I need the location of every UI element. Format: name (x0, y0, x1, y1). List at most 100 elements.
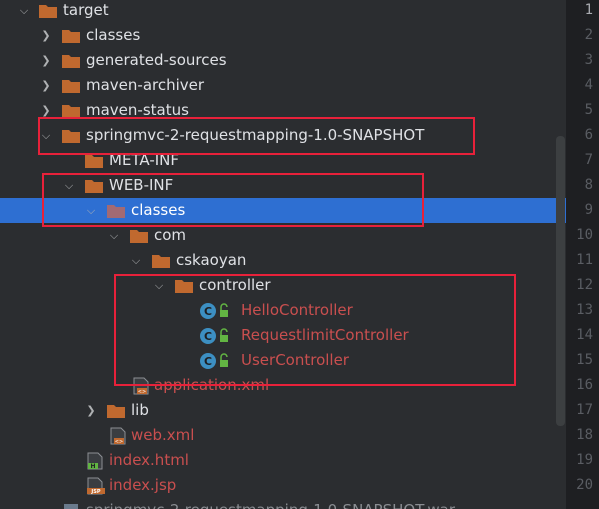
chevron-down-icon[interactable]: ⌵ (62, 173, 76, 198)
tree-item-label: cskaoyan (176, 251, 247, 269)
chevron-down-icon[interactable]: ⌵ (129, 248, 143, 273)
line-number: 3 (584, 52, 593, 68)
line-number: 11 (576, 252, 593, 268)
line-number: 17 (576, 402, 593, 418)
line-number-gutter: 1 2 3 4 5 6 7 8 9 10 11 12 13 14 15 16 1… (566, 0, 599, 509)
line-number: 13 (576, 302, 593, 318)
chevron-right-icon[interactable]: ❯ (39, 48, 53, 73)
tree-item-label: HelloController (241, 301, 353, 319)
tree-item-label: UserController (241, 351, 349, 369)
svg-text:<>: <> (138, 389, 146, 395)
line-number: 12 (576, 277, 593, 293)
project-tree[interactable]: ⌵ target ❯ classes ❯ generated-sources ❯… (0, 0, 566, 509)
tree-item-label: index.html (109, 451, 189, 469)
chevron-right-icon[interactable]: ❯ (84, 398, 98, 423)
tree-row-application-xml[interactable]: <> application.xml (0, 373, 566, 398)
archive-icon (62, 502, 80, 509)
chevron-right-icon[interactable]: ❯ (39, 98, 53, 123)
svg-text:C: C (204, 305, 212, 318)
folder-icon (107, 404, 125, 418)
tree-row-web-inf-classes[interactable]: ⌵ classes (0, 198, 566, 223)
chevron-down-icon[interactable]: ⌵ (152, 273, 166, 298)
folder-icon (85, 154, 103, 168)
line-number: 20 (576, 477, 593, 493)
tree-row-hellocontroller[interactable]: C HelloController (0, 298, 566, 323)
line-number: 2 (584, 27, 593, 43)
jsp-file-icon: JSP (86, 477, 106, 495)
folder-icon (62, 104, 80, 118)
tree-row-cskaoyan[interactable]: ⌵ cskaoyan (0, 248, 566, 273)
line-number: 4 (584, 77, 593, 93)
line-number: 19 (576, 452, 593, 468)
svg-text:C: C (204, 330, 212, 343)
tree-row-classes[interactable]: ❯ classes (0, 23, 566, 48)
svg-text:<>: <> (115, 439, 123, 445)
folder-icon (175, 279, 193, 293)
line-number: 8 (584, 177, 593, 193)
chevron-right-icon[interactable]: ❯ (39, 73, 53, 98)
tree-row-web-xml[interactable]: <> web.xml (0, 423, 566, 448)
xml-file-icon: <> (109, 427, 127, 445)
tree-row-index-html[interactable]: H index.html (0, 448, 566, 473)
tree-row-requestlimitcontroller[interactable]: C RequestlimitController (0, 323, 566, 348)
line-number: 16 (576, 377, 593, 393)
chevron-down-icon[interactable]: ⌵ (84, 198, 98, 223)
svg-text:C: C (204, 355, 212, 368)
tree-item-label: RequestlimitController (241, 326, 409, 344)
folder-icon (107, 204, 125, 218)
tree-item-label: classes (86, 26, 141, 44)
tree-item-label: maven-archiver (86, 76, 205, 94)
tree-item-label: META-INF (109, 151, 180, 169)
tree-item-label: target (63, 1, 109, 19)
folder-icon (85, 179, 103, 193)
tree-item-label: classes (131, 201, 186, 219)
tree-row-web-inf[interactable]: ⌵ WEB-INF (0, 173, 566, 198)
tree-row-exploded-war[interactable]: ⌵ springmvc-2-requestmapping-1.0-SNAPSHO… (0, 123, 566, 148)
chevron-right-icon[interactable]: ❯ (39, 23, 53, 48)
folder-icon (62, 54, 80, 68)
tree-item-label: web.xml (131, 426, 195, 444)
line-number: 14 (576, 327, 593, 343)
folder-icon (62, 79, 80, 93)
tree-row-meta-inf[interactable]: META-INF (0, 148, 566, 173)
svg-text:JSP: JSP (90, 489, 100, 495)
tree-item-label: WEB-INF (109, 176, 174, 194)
line-number: 5 (584, 102, 593, 118)
tree-item-label: com (154, 226, 187, 244)
tree-item-label: index.jsp (109, 476, 177, 494)
folder-icon (62, 129, 80, 143)
line-number: 9 (584, 202, 593, 218)
tree-row-war[interactable]: springmvc-2-requestmapping-1.0-SNAPSHOT.… (0, 498, 566, 509)
line-number: 18 (576, 427, 593, 443)
tree-row-index-jsp[interactable]: JSP index.jsp (0, 473, 566, 498)
tree-item-label: lib (131, 401, 149, 419)
tree-row-com[interactable]: ⌵ com (0, 223, 566, 248)
xml-file-icon: <> (132, 377, 150, 395)
tree-row-target[interactable]: ⌵ target (0, 0, 566, 23)
tree-item-label: springmvc-2-requestmapping-1.0-SNAPSHOT.… (86, 498, 455, 509)
html-file-icon: H (86, 452, 104, 470)
tree-item-label: springmvc-2-requestmapping-1.0-SNAPSHOT (86, 126, 425, 144)
tree-item-label: application.xml (154, 376, 270, 394)
line-number: 7 (584, 152, 593, 168)
tree-row-lib[interactable]: ❯ lib (0, 398, 566, 423)
chevron-down-icon[interactable]: ⌵ (17, 0, 31, 23)
chevron-down-icon[interactable]: ⌵ (39, 123, 53, 148)
tree-row-maven-archiver[interactable]: ❯ maven-archiver (0, 73, 566, 98)
svg-text:H: H (90, 463, 95, 470)
folder-icon (130, 229, 148, 243)
tree-item-label: controller (199, 276, 271, 294)
tree-row-usercontroller[interactable]: C UserController (0, 348, 566, 373)
line-number: 15 (576, 352, 593, 368)
folder-icon (152, 254, 170, 268)
line-number: 10 (576, 227, 593, 243)
tree-row-generated-sources[interactable]: ❯ generated-sources (0, 48, 566, 73)
folder-icon (39, 4, 57, 18)
chevron-down-icon[interactable]: ⌵ (107, 223, 121, 248)
folder-icon (62, 29, 80, 43)
vertical-scrollbar[interactable] (556, 136, 565, 426)
tree-row-controller[interactable]: ⌵ controller (0, 273, 566, 298)
line-number: 1 (584, 2, 593, 18)
tree-row-maven-status[interactable]: ❯ maven-status (0, 98, 566, 123)
tree-item-label: maven-status (86, 101, 189, 119)
